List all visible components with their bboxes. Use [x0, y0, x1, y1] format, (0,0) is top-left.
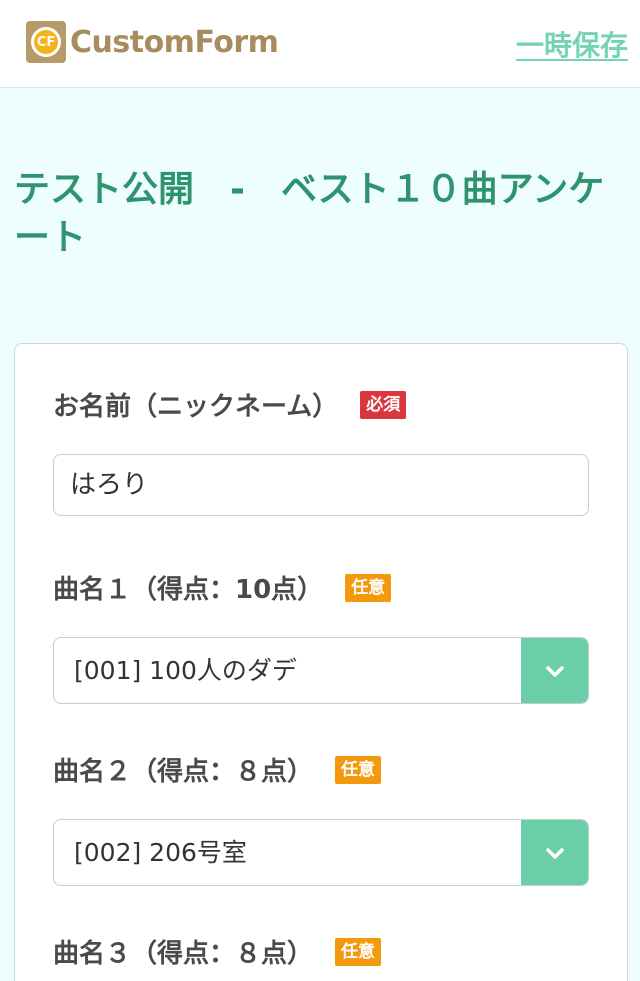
logo-text: CustomForm	[70, 24, 279, 60]
song1-label: 曲名１（得点：10点） 任意	[53, 569, 392, 606]
chevron-down-icon[interactable]	[521, 638, 588, 703]
logo-mark-text: CF	[31, 27, 61, 57]
song2-select[interactable]: [002] 206号室	[53, 819, 589, 886]
song3-label-text: 曲名３（得点：８点）	[53, 939, 314, 969]
optional-badge: 任意	[335, 937, 382, 966]
header: CF CustomForm 一時保存	[0, 0, 640, 88]
save-draft-link[interactable]: 一時保存	[516, 24, 628, 64]
name-field-label: お名前（ニックネーム） 必須	[53, 386, 407, 423]
logo-mark: CF	[26, 21, 66, 63]
name-input[interactable]: はろり	[53, 454, 589, 516]
chevron-down-icon[interactable]	[521, 820, 588, 885]
song1-label-text: 曲名１（得点：10点）	[53, 575, 324, 605]
song1-selected-value: [001] 100人のダデ	[74, 656, 297, 685]
name-field-label-text: お名前（ニックネーム）	[53, 392, 339, 422]
optional-badge: 任意	[345, 573, 392, 602]
form-card: お名前（ニックネーム） 必須 はろり 曲名１（得点：10点） 任意 [001] …	[14, 343, 628, 981]
song2-selected-value: [002] 206号室	[74, 838, 247, 867]
logo[interactable]: CF CustomForm	[26, 20, 279, 64]
optional-badge: 任意	[335, 755, 382, 784]
song1-select[interactable]: [001] 100人のダデ	[53, 637, 589, 704]
song3-label: 曲名３（得点：８点） 任意	[53, 933, 382, 970]
required-badge: 必須	[360, 390, 407, 419]
page-title: テスト公開 - ベスト１０曲アンケート	[14, 169, 605, 258]
song2-label: 曲名２（得点：８点） 任意	[53, 751, 382, 788]
song2-label-text: 曲名２（得点：８点）	[53, 757, 314, 787]
